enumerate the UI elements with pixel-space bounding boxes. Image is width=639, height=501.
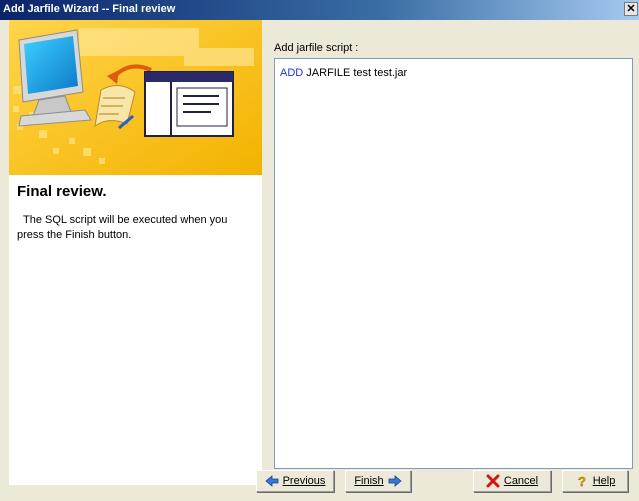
red-x-icon [486, 474, 500, 488]
help-label: Help [592, 475, 616, 487]
description-line: press the Finish button. [17, 229, 132, 241]
computer-window-illustration [9, 20, 262, 175]
wizard-banner-image [9, 20, 262, 175]
description-line: The SQL script will be executed when you [23, 214, 228, 226]
close-icon: ✕ [626, 3, 636, 15]
finish-button[interactable]: Finish [345, 470, 411, 492]
script-text-area[interactable]: ADD JARFILE test test.jar [274, 58, 633, 469]
sql-statement-rest: JARFILE test test.jar [303, 67, 408, 79]
step-description: The SQL script will be executed when you… [17, 213, 257, 243]
window-title: Add Jarfile Wizard -- Final review [3, 3, 176, 15]
step-heading: Final review. [17, 183, 107, 200]
arrow-right-icon [388, 475, 402, 487]
help-button[interactable]: ? Help [562, 470, 628, 492]
main-panel: Add jarfile script : ADD JARFILE test te… [262, 20, 639, 485]
wizard-side-panel: Final review. The SQL script will be exe… [9, 20, 263, 485]
cancel-label: Cancel [503, 475, 539, 487]
title-bar: Add Jarfile Wizard -- Final review ✕ [0, 0, 639, 20]
arrow-left-icon [264, 475, 278, 487]
svg-text:?: ? [578, 474, 586, 488]
previous-button[interactable]: Previous [256, 470, 334, 492]
window-icon [144, 71, 234, 137]
previous-label: Previous [282, 475, 326, 487]
question-mark-icon: ? [577, 474, 586, 488]
script-label: Add jarfile script : [274, 42, 359, 54]
sql-keyword: ADD [280, 67, 304, 79]
close-button[interactable]: ✕ [624, 2, 638, 16]
finish-label: Finish [354, 475, 384, 487]
cancel-button[interactable]: Cancel [473, 470, 551, 492]
script-line: ADD JARFILE test test.jar [280, 67, 407, 79]
wizard-window: Add Jarfile Wizard -- Final review ✕ Fin… [0, 0, 639, 501]
